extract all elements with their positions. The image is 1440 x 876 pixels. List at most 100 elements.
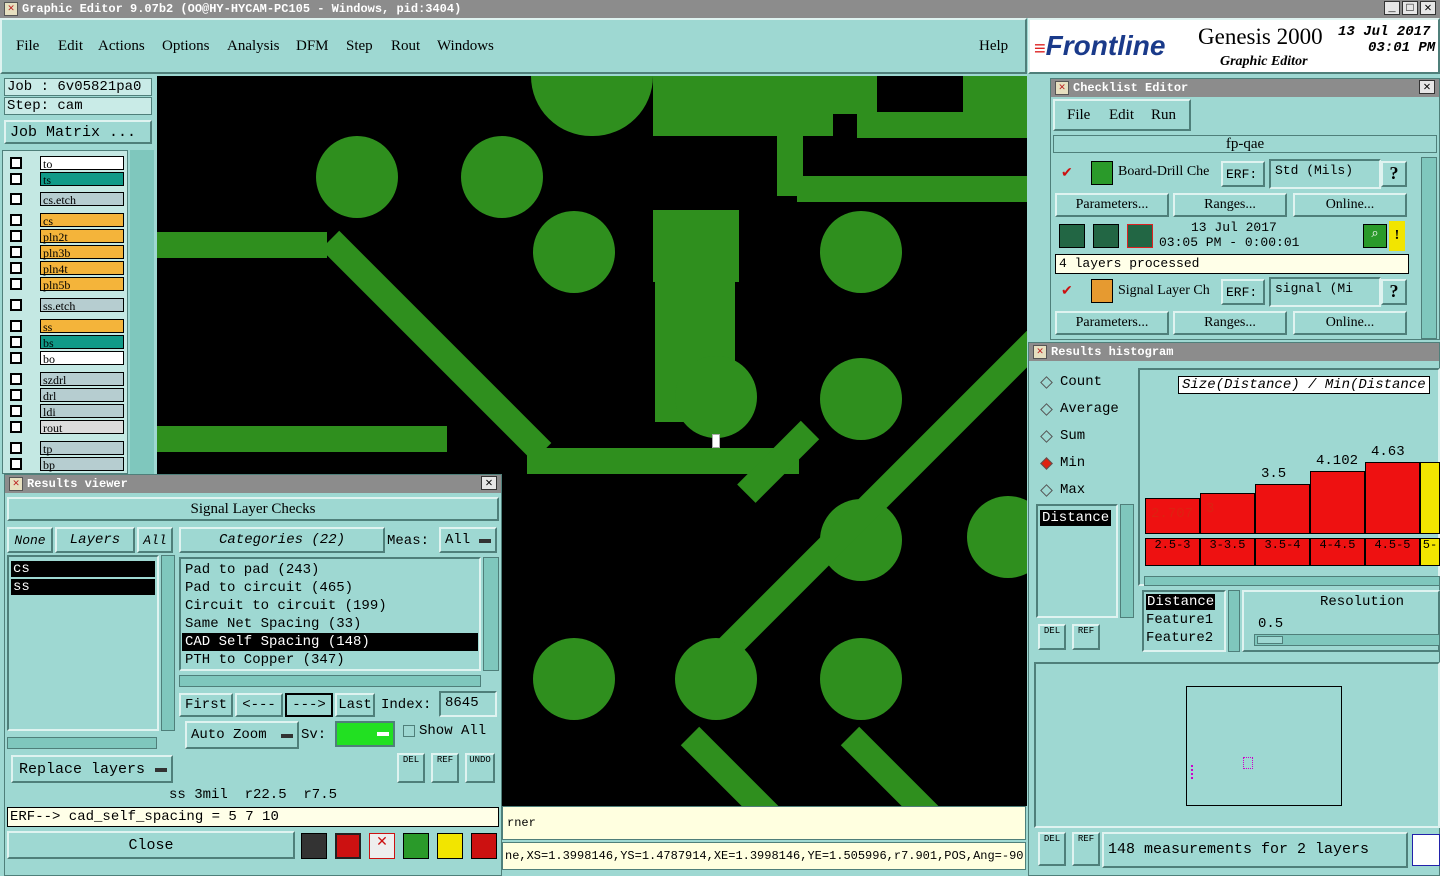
layer-checkbox[interactable] xyxy=(10,420,22,433)
auto-zoom-dropdown[interactable]: Auto Zoom xyxy=(185,721,299,749)
close-icon[interactable]: ✕ xyxy=(1420,1,1436,15)
sv-color-dropdown[interactable] xyxy=(335,721,395,747)
close-icon[interactable]: ✕ xyxy=(481,476,497,490)
category-item[interactable]: PTH to Copper (347) xyxy=(182,651,478,669)
radio-icon[interactable] xyxy=(1040,429,1053,443)
layer-name[interactable]: to xyxy=(40,155,124,171)
radio-icon[interactable] xyxy=(1040,402,1053,416)
layer-checkbox[interactable] xyxy=(10,404,22,417)
layer-row[interactable]: bp xyxy=(6,456,124,472)
layer-row[interactable]: to xyxy=(6,155,124,171)
action2-online-button[interactable]: Online... xyxy=(1293,311,1407,335)
field-scrollbar[interactable] xyxy=(1120,504,1134,618)
layer-row[interactable]: rout xyxy=(6,419,124,435)
prev-button[interactable]: <--- xyxy=(235,693,283,717)
layer-select-item[interactable]: ss xyxy=(11,579,155,595)
action2-name[interactable]: Signal Layer Ch xyxy=(1118,283,1220,299)
tool-icon-5[interactable] xyxy=(437,833,463,859)
category-item[interactable]: Pad to pad (243) xyxy=(182,561,478,579)
histogram-field-item[interactable]: Distance xyxy=(1040,510,1112,526)
menu-dfm[interactable]: DFM xyxy=(296,38,329,55)
layer-name[interactable]: ss.etch xyxy=(40,297,124,313)
chart-icon[interactable] xyxy=(1412,834,1440,866)
action-checkbox[interactable]: ✔ xyxy=(1061,165,1073,182)
show-all-checkbox[interactable] xyxy=(403,725,415,737)
measurement-marker[interactable] xyxy=(712,434,720,448)
layer-checkbox[interactable] xyxy=(10,277,22,290)
overview-del-button[interactable]: DEL xyxy=(1038,832,1066,866)
layer-row[interactable]: pln4t xyxy=(6,260,124,276)
radio-icon[interactable] xyxy=(1040,375,1053,389)
layer-row[interactable]: cs.etch xyxy=(6,191,124,207)
viewer-del-button[interactable]: DEL xyxy=(397,753,425,783)
layer-checkbox[interactable] xyxy=(10,172,22,185)
layer-name[interactable]: tp xyxy=(40,440,124,456)
minimize-icon[interactable]: _ xyxy=(1384,1,1400,15)
action1-erf-value[interactable]: Std (Mils) xyxy=(1269,159,1381,189)
layer-row[interactable]: ts xyxy=(6,171,124,187)
layer-checkbox[interactable] xyxy=(10,319,22,332)
histogram-del-button[interactable]: DEL xyxy=(1038,624,1066,650)
histogram-bar[interactable] xyxy=(1310,471,1365,534)
resolution-slider-thumb[interactable] xyxy=(1257,636,1283,644)
action1-ranges-button[interactable]: Ranges... xyxy=(1173,193,1287,217)
menu-actions[interactable]: Actions xyxy=(98,38,145,55)
category-item[interactable]: CAD Self Spacing (148) xyxy=(182,633,478,651)
layer-checkbox[interactable] xyxy=(10,213,22,226)
next-button[interactable]: ---> xyxy=(285,693,333,717)
radio-icon[interactable] xyxy=(1040,483,1053,497)
action1-name[interactable]: Board-Drill Che xyxy=(1118,164,1220,180)
close-icon[interactable]: ✕ xyxy=(1419,80,1435,94)
viewer-ref-button[interactable]: REF xyxy=(431,753,459,783)
layer-checkbox[interactable] xyxy=(10,261,22,274)
close-button[interactable]: Close xyxy=(7,831,295,859)
layer-name[interactable]: pln3b xyxy=(40,244,124,260)
layer-checkbox[interactable] xyxy=(10,156,22,169)
layers-toggle-button[interactable]: Layers xyxy=(55,527,135,553)
layer-row[interactable]: pln5b xyxy=(6,276,124,292)
layer-name[interactable]: ldi xyxy=(40,403,124,419)
layer-name[interactable]: ss xyxy=(40,318,124,334)
layers-none-button[interactable]: None xyxy=(7,527,53,553)
meas-dropdown[interactable]: All xyxy=(439,527,497,553)
layer-row[interactable]: ldi xyxy=(6,403,124,419)
layer-name[interactable]: pln4t xyxy=(40,260,124,276)
layer-name[interactable]: cs xyxy=(40,212,124,228)
x-field-item-feature1[interactable]: Feature1 xyxy=(1146,612,1213,628)
layer-checkbox[interactable] xyxy=(10,298,22,311)
action2-parameters-button[interactable]: Parameters... xyxy=(1055,311,1169,335)
overview-ref-button[interactable]: REF xyxy=(1072,832,1100,866)
viewer-undo-button[interactable]: UNDO xyxy=(465,753,495,783)
menu-rout[interactable]: Rout xyxy=(391,38,420,55)
layer-name[interactable]: bo xyxy=(40,350,124,366)
layer-name[interactable]: szdrl xyxy=(40,371,124,387)
histogram-bar[interactable] xyxy=(1365,462,1420,534)
action-checkbox[interactable]: ✔ xyxy=(1061,283,1073,300)
layer-row[interactable]: cs xyxy=(6,212,124,228)
layer-row[interactable]: pln2t xyxy=(6,228,124,244)
window-controls[interactable]: _ □ ✕ xyxy=(1384,1,1436,15)
layer-checkbox[interactable] xyxy=(10,335,22,348)
layer-name[interactable]: bp xyxy=(40,456,124,472)
layer-row[interactable]: pln3b xyxy=(6,244,124,260)
menu-file[interactable]: File xyxy=(16,38,39,55)
replace-layers-dropdown[interactable]: Replace layers xyxy=(11,755,173,783)
layer-scrollbar[interactable] xyxy=(130,150,154,474)
x-field-item-distance[interactable]: Distance xyxy=(1146,594,1216,610)
run-icon-3[interactable] xyxy=(1127,224,1153,248)
tool-icon-6[interactable] xyxy=(471,833,497,859)
run-icon-1[interactable] xyxy=(1059,224,1085,248)
histogram-bar[interactable] xyxy=(1420,462,1440,534)
menu-options[interactable]: Options xyxy=(162,38,210,55)
layers-all-button[interactable]: All xyxy=(137,527,173,553)
checklist-menu-file[interactable]: File xyxy=(1067,107,1090,124)
categories-hscroll[interactable] xyxy=(179,675,481,687)
action2-help-button[interactable]: ? xyxy=(1381,279,1407,305)
layer-select-hscroll[interactable] xyxy=(7,737,157,749)
categories-scrollbar[interactable] xyxy=(483,557,499,671)
layer-row[interactable]: bo xyxy=(6,350,124,366)
layer-row[interactable]: bs xyxy=(6,334,124,350)
histogram-mode-option[interactable]: Sum xyxy=(1040,428,1085,444)
menu-analysis[interactable]: Analysis xyxy=(227,38,280,55)
layer-row[interactable]: ss xyxy=(6,318,124,334)
